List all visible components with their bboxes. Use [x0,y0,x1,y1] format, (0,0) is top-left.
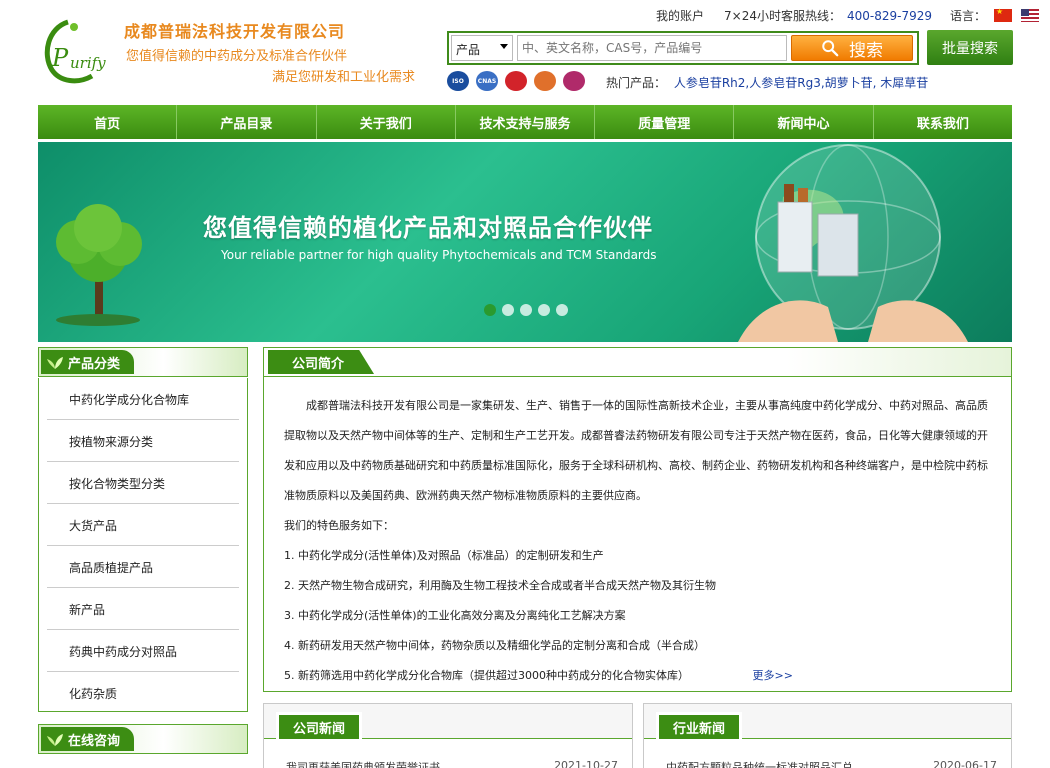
service-item: 3. 中药化学成分(活性单体)的工业化高效分离及分离纯化工艺解决方案 [284,609,626,622]
intro-paragraph: 成都普瑞法科技开发有限公司是一家集研发、生产、销售于一体的国际性高新技术企业，主… [284,399,988,502]
nav-product-catalog[interactable]: 产品目录 [177,105,317,139]
cert-3-icon [505,71,527,91]
news-title: 中药配方颗粒品种统一标准对照品汇总 [666,761,853,768]
category-label: 大货产品 [69,518,118,533]
category-label: 高品质植提产品 [69,560,154,575]
service-item-last: 5. 新药筛选用中药化学成分化合物库（提供超过3000种中药成分的化合物实体库）… [284,661,991,691]
flag-us-icon[interactable] [1021,9,1040,22]
certification-icons: ISO CNAS [447,71,585,91]
cert-5-icon [563,71,585,91]
banner-subtitle: Your reliable partner for high quality P… [221,248,657,262]
carousel-dot[interactable] [484,304,496,316]
leaf-icon [47,357,63,369]
slogan-line-2: 满足您研发和工业化需求 [272,70,416,85]
product-category-header: 产品分类 [38,347,248,377]
slogan-line-1: 您值得信赖的中药成分及标准合作伙伴 [126,49,348,64]
nav-contact[interactable]: 联系我们 [874,105,1012,139]
category-item[interactable]: 药典中药成分对照品 [39,630,247,672]
category-label: 按植物来源分类 [69,434,154,449]
category-item[interactable]: 高品质植提产品 [39,546,247,588]
category-label: 按化合物类型分类 [69,476,166,491]
online-consult-title: 在线咨询 [68,733,121,749]
leaf-icon [47,734,63,746]
category-list: 中药化学成分化合物库 按植物来源分类 按化合物类型分类 大货产品 高品质植提产品… [38,378,248,712]
nav-news[interactable]: 新闻中心 [734,105,874,139]
nav-home[interactable]: 首页 [38,105,178,139]
category-item[interactable]: 新产品 [39,588,247,630]
company-news-panel: 公司新闻 我司再获美国药典颁发荣誉证书 2021-10-27 [263,703,633,768]
company-name: 成都普瑞法科技开发有限公司 [124,22,346,41]
hot-products-links[interactable]: 人参皂苷Rh2,人参皂苷Rg3,胡萝卜苷, 木犀草苷 [674,76,928,90]
news-title: 我司再获美国药典颁发荣誉证书 [286,761,440,768]
news-item[interactable]: 我司再获美国药典颁发荣誉证书 2021-10-27 [286,759,618,768]
search-button[interactable]: 搜索 [791,35,913,61]
iso-cert-icon: ISO [447,71,469,91]
company-news-title: 公司新闻 [276,712,363,739]
industry-news-title: 行业新闻 [656,712,743,739]
category-item[interactable]: 化药杂质 [39,672,247,714]
news-item[interactable]: 中药配方颗粒品种统一标准对照品汇总 2020-06-17 [666,759,997,768]
news-date: 2021-10-27 [554,759,618,768]
service-item: 2. 天然产物生物合成研究，利用酶及生物工程技术全合成或者半合成天然产物及其衍生… [284,579,716,592]
carousel-dot[interactable] [502,304,514,316]
bulk-search-button[interactable]: 批量搜索 [927,30,1013,65]
category-label: 新产品 [69,602,106,617]
hotline-label: 7×24小时客服热线： [724,9,841,23]
online-consult-header: 在线咨询 [38,724,248,754]
search-bar: 产品 搜索 [447,31,919,65]
nav-tech-support[interactable]: 技术支持与服务 [456,105,596,139]
hot-products-label: 热门产品： [606,76,667,90]
cnas-cert-icon: CNAS [476,71,498,91]
category-item[interactable]: 大货产品 [39,504,247,546]
nav-about-us[interactable]: 关于我们 [317,105,456,139]
nav-quality[interactable]: 质量管理 [595,105,735,139]
flag-cn-icon[interactable] [994,7,1013,22]
main-nav: 首页 产品目录 关于我们 技术支持与服务 质量管理 新闻中心 联系我们 [38,105,1012,139]
hotline-number: 400-829-7929 [846,8,932,23]
carousel-dot[interactable] [520,304,532,316]
service-item: 4. 新药研发用天然产物中间体，药物杂质以及精细化学品的定制分离和合成（半合成） [284,639,705,652]
hero-banner[interactable]: 您值得信赖的植化产品和对照品合作伙伴 Your reliable partner… [38,142,1012,342]
industry-news-panel: 行业新闻 中药配方颗粒品种统一标准对照品汇总 2020-06-17 [643,703,1012,768]
cert-4-icon [534,71,556,91]
hot-products: 热门产品： 人参皂苷Rh2,人参皂苷Rg3,胡萝卜苷, 木犀草苷 [606,74,928,91]
svg-text:P: P [51,44,69,72]
search-button-label: 搜索 [849,40,883,61]
my-account-link[interactable]: 我的账户 [656,7,704,24]
service-item: 1. 中药化学成分(活性单体)及对照品（标准品）的定制研发和生产 [284,549,604,562]
company-news-header: 公司新闻 [264,704,632,739]
language-label: 语言： [950,9,987,23]
news-date: 2020-06-17 [933,759,997,768]
chevron-down-icon [500,44,508,49]
company-intro-title: 公司简介 [268,350,375,374]
category-label: 中药化学成分化合物库 [69,392,190,407]
category-label: 化药杂质 [69,686,118,701]
product-category-title: 产品分类 [68,356,121,372]
banner-title: 您值得信赖的植化产品和对照品合作伙伴 [203,214,653,242]
industry-news-header: 行业新闻 [644,704,1011,739]
carousel-dot[interactable] [538,304,550,316]
carousel-dots [484,304,568,316]
svg-text:urify: urify [70,54,106,72]
category-item[interactable]: 按植物来源分类 [39,420,247,462]
carousel-dot[interactable] [556,304,568,316]
search-category-select[interactable]: 产品 [451,35,513,61]
company-intro-header: 公司简介 [263,347,1012,377]
category-label: 药典中药成分对照品 [69,644,178,659]
search-category-value: 产品 [456,43,481,57]
company-intro-body: 成都普瑞法科技开发有限公司是一家集研发、生产、销售于一体的国际性高新技术企业，主… [263,376,1012,692]
service-item: 5. 新药筛选用中药化学成分化合物库（提供超过3000种中药成分的化合物实体库） [284,669,689,682]
top-links: 我的账户 7×24小时客服热线： 400-829-7929 语言： [656,7,1048,24]
more-link[interactable]: 更多>> [752,669,792,682]
product-category-tab: 产品分类 [41,350,135,374]
category-item[interactable]: 中药化学成分化合物库 [39,378,247,420]
search-input[interactable] [517,35,787,61]
category-item[interactable]: 按化合物类型分类 [39,462,247,504]
online-consult-tab: 在线咨询 [41,727,135,751]
search-icon [822,40,839,57]
services-title: 我们的特色服务如下： [284,519,394,532]
company-logo[interactable]: P urify [38,14,118,84]
